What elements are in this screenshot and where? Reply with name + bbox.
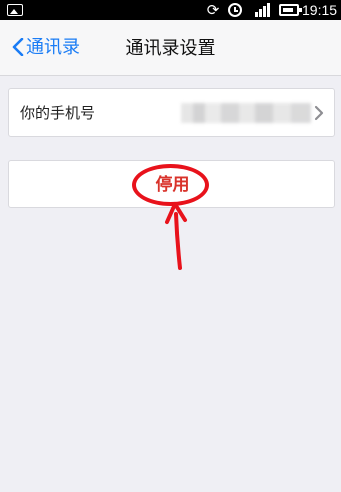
phone-number-label: 你的手机号 [20, 104, 96, 122]
disable-button-label: 停用 [155, 175, 190, 195]
image-icon [7, 4, 23, 16]
status-bar: ⟳ 19:15 [0, 0, 341, 20]
phone-number-row[interactable]: 你的手机号 [8, 88, 335, 137]
battery-icon [279, 4, 302, 16]
alarm-icon [228, 3, 242, 17]
disable-button[interactable]: 停用 [8, 160, 335, 208]
sync-icon: ⟳ [206, 1, 220, 19]
signal-icon [255, 3, 271, 17]
chevron-right-icon [314, 105, 324, 121]
phone-number-value-blurred [181, 103, 311, 123]
annotation-arrow [165, 202, 187, 270]
back-button-label: 通讯录 [26, 37, 80, 58]
navigation-bar: 通讯录 通讯录设置 [0, 20, 341, 76]
status-time: 19:15 [302, 2, 338, 18]
back-button[interactable]: 通讯录 [4, 34, 94, 62]
